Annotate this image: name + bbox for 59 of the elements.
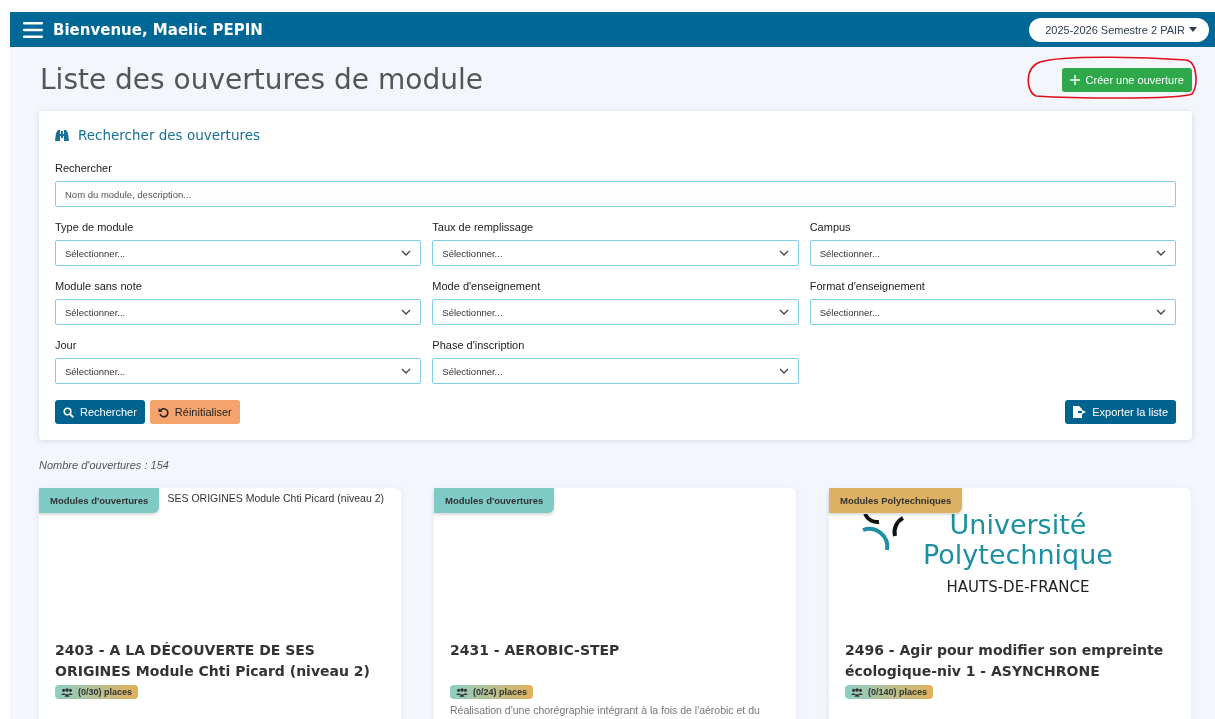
places-badge: (0/30) places	[55, 685, 139, 699]
file-export-icon	[1073, 406, 1087, 418]
people-icon	[61, 687, 73, 697]
select-field[interactable]: Sélectionner...	[432, 240, 799, 266]
chevron-down-icon	[1156, 250, 1166, 256]
select-field[interactable]: Sélectionner...	[55, 299, 422, 325]
people-icon	[851, 687, 863, 697]
category-tag: Modules Polytechniques	[829, 488, 963, 513]
field-label: Rechercher	[55, 162, 113, 175]
card-title: 2496 - Agir pour modifier son empreinte écologique-niv 1 - ASYNCHRONE	[845, 641, 1165, 681]
chevron-down-icon	[401, 250, 412, 256]
search-button[interactable]: Rechercher	[55, 400, 145, 424]
places-badge: (0/24) places	[450, 685, 534, 699]
select-field[interactable]: Sélectionner...	[55, 358, 422, 384]
module-card[interactable]: Modules d'ouvertures SES ORIGINES Module Chti Picard (niveau 2) 2403 - A LA DÉCOUVERTE DE SES ORIGINES Module Chti Picard (niveau 2) (0/30) places	[39, 488, 401, 719]
plus-icon	[1069, 75, 1080, 85]
page-title: Liste des ouvertures de module	[40, 62, 483, 96]
field-label: Type de module	[55, 221, 135, 234]
category-tag: Modules d'ouvertures	[39, 488, 160, 513]
result-count: Nombre d'ouvertures : 154	[39, 459, 170, 472]
welcome-title: Bienvenue, Maelic PEPIN	[53, 20, 263, 39]
select-field[interactable]: Sélectionner...	[809, 299, 1176, 325]
module-card[interactable]: Modules Polytechniques Université Polytechnique HAUTS-DE-FRANCE 2496 - Agir pour modifier son empreinte écologique-niv 1 - ASYNCHRONE (0/140) places	[829, 488, 1191, 719]
chevron-down-icon	[778, 368, 789, 374]
caret-icon	[1189, 27, 1197, 32]
export-button[interactable]: Exporter la liste	[1065, 400, 1176, 424]
menu-icon[interactable]	[23, 21, 43, 38]
field-label: Format d'enseignement	[809, 280, 926, 293]
panel-title: Rechercher des ouvertures	[78, 127, 261, 143]
select-field[interactable]: Sélectionner...	[809, 240, 1176, 266]
search-field[interactable]: Nom du module, description...	[55, 181, 1176, 207]
chevron-down-icon	[778, 250, 789, 256]
card-description: Réalisation d'une chorégraphie intégrant à la fois de l'aérobic et du	[450, 703, 761, 716]
chevron-down-icon	[401, 309, 412, 315]
card-title: 2431 - AEROBIC-STEP	[450, 641, 621, 660]
field-label: Campus	[809, 221, 852, 234]
category-tag: Modules d'ouvertures	[434, 488, 555, 513]
people-icon	[456, 687, 468, 697]
reset-button[interactable]: Réinitialiser	[149, 400, 240, 424]
search-icon	[63, 406, 74, 418]
semester-dropdown[interactable]: 2025-2026 Semestre 2 PAIR	[1029, 17, 1209, 42]
field-label: Jour	[55, 339, 78, 352]
field-label: Module sans note	[55, 280, 143, 293]
select-field[interactable]: Sélectionner...	[55, 240, 422, 266]
field-label: Phase d'inscription	[432, 339, 526, 352]
field-label: Mode d'enseignement	[432, 280, 542, 293]
select-field[interactable]: Sélectionner...	[432, 299, 799, 325]
chevron-down-icon	[1156, 309, 1166, 315]
chevron-down-icon	[401, 368, 412, 374]
image-alt-text: SES ORIGINES Module Chti Picard (niveau 2)	[167, 492, 384, 504]
chevron-down-icon	[778, 309, 789, 315]
binoculars-icon	[55, 128, 69, 142]
undo-icon	[157, 406, 169, 418]
university-logo: Université Polytechnique HAUTS-DE-FRANCE	[923, 510, 1113, 596]
module-card[interactable]: Modules d'ouvertures 2431 - AEROBIC-STEP (0/24) places Réalisation d'une chorégraphie intégrant à la fois de l'aérobic et du	[434, 488, 796, 719]
places-badge: (0/140) places	[845, 685, 934, 699]
card-title: 2403 - A LA DÉCOUVERTE DE SES ORIGINES Module Chti Picard (niveau 2)	[55, 641, 371, 681]
select-field[interactable]: Sélectionner...	[432, 358, 799, 384]
field-label: Taux de remplissage	[432, 221, 535, 234]
